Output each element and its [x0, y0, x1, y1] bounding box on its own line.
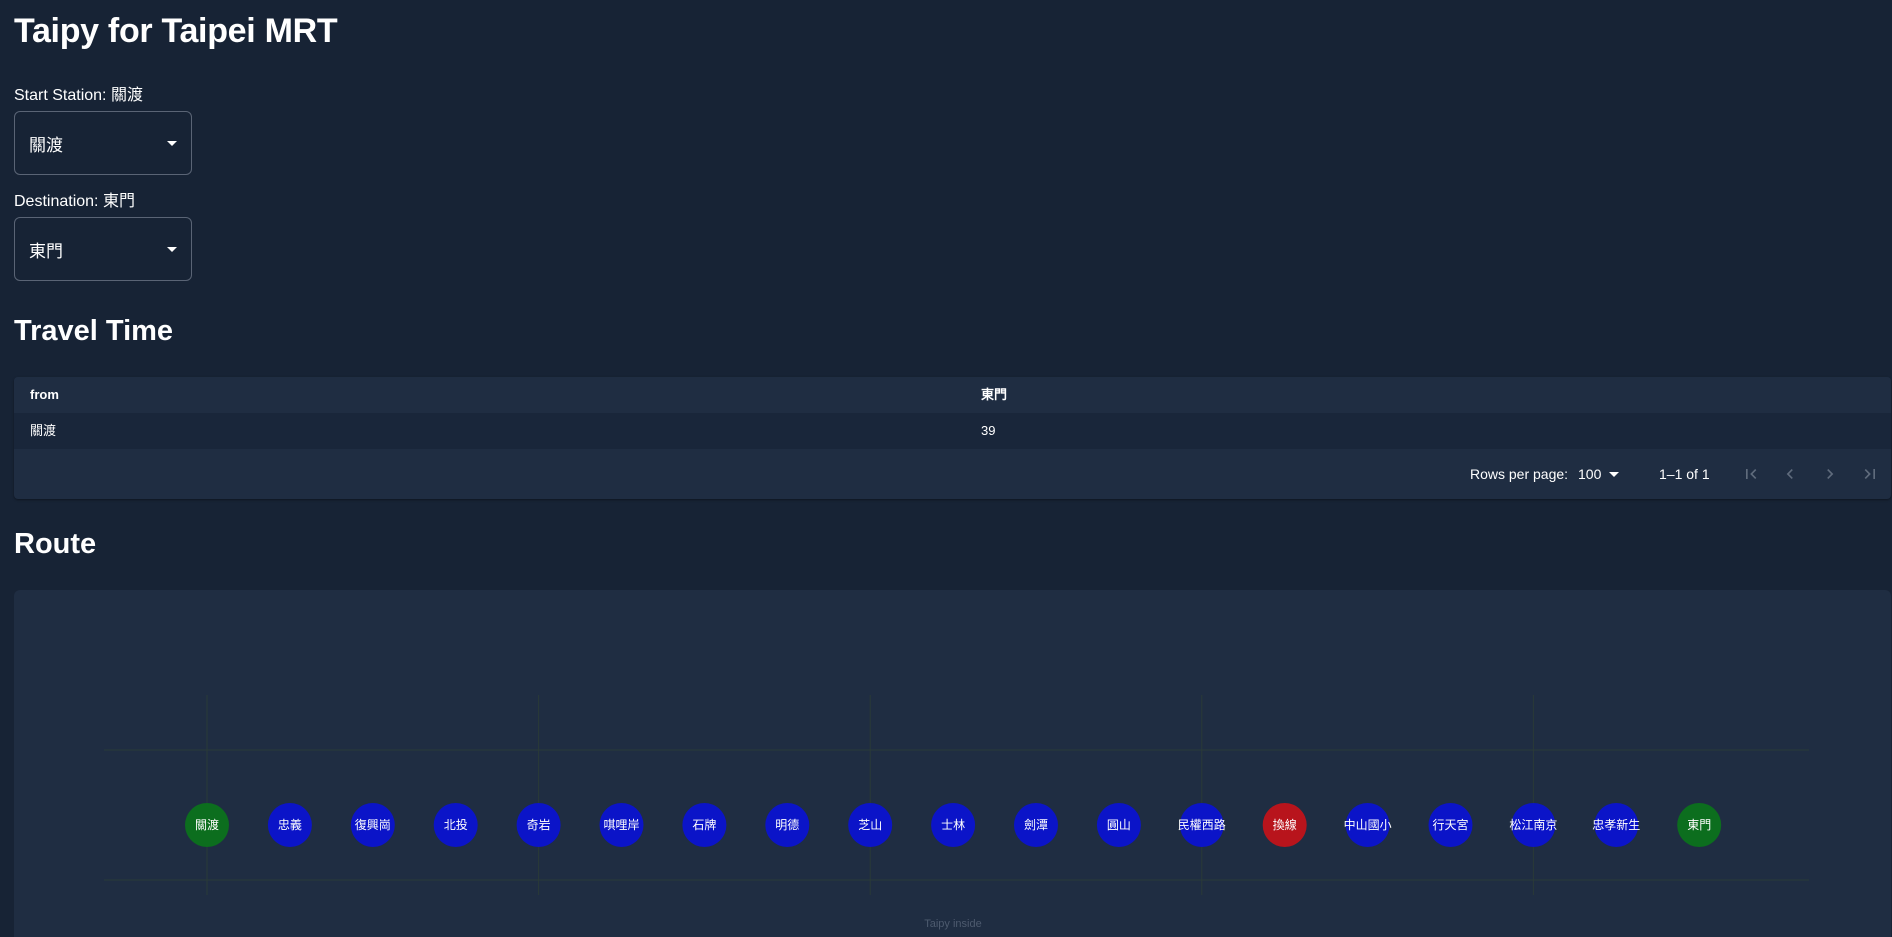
station-label: 忠義: [278, 817, 302, 832]
station-label: 關渡: [195, 817, 219, 832]
station-label: 復興崗: [355, 817, 391, 832]
start-station-value: 關渡: [29, 135, 63, 155]
previous-page-icon[interactable]: [1780, 464, 1800, 484]
station-marker[interactable]: 忠孝新生: [1592, 803, 1640, 847]
table-header-row: from 東門: [14, 377, 1891, 413]
station-label: 圓山: [1107, 818, 1131, 832]
station-marker[interactable]: 奇岩: [516, 803, 561, 847]
taipy-watermark: Taipy inside: [924, 918, 981, 930]
table-cell-from: 關渡: [30, 423, 57, 438]
station-marker[interactable]: 東門: [1677, 803, 1722, 847]
pagination-range: 1–1 of 1: [1659, 466, 1710, 482]
station-marker[interactable]: 松江南京: [1509, 803, 1557, 847]
rows-per-page-value: 100: [1578, 466, 1602, 482]
station-marker[interactable]: 中山國小: [1344, 803, 1392, 847]
station-marker[interactable]: 換線: [1262, 803, 1307, 847]
chart-markers: 關渡 忠義 復興崗 北投 奇岩 唭哩岸 石牌 明德 芝山 士林 劍潭 圓山 民權西路 換線 中山國小 行天宮 松…: [185, 803, 1722, 847]
column-header-destination[interactable]: 東門: [981, 377, 1007, 413]
column-header-from[interactable]: from: [30, 377, 59, 413]
destination-select[interactable]: 東門: [14, 217, 192, 281]
station-marker[interactable]: 明德: [765, 803, 810, 847]
travel-time-table: from 東門 關渡 39 Rows per page: 100 1–1 of …: [14, 377, 1891, 499]
station-label: 士林: [941, 818, 965, 832]
station-label: 行天宮: [1432, 817, 1468, 832]
station-marker[interactable]: 劍潭: [1014, 803, 1058, 847]
table-row: 關渡 39: [14, 413, 1891, 449]
station-label: 松江南京: [1509, 817, 1557, 832]
table-cell-time: 39: [981, 423, 996, 438]
station-label: 東門: [1687, 818, 1711, 832]
station-marker[interactable]: 唭哩岸: [599, 803, 644, 847]
station-label: 石牌: [692, 818, 716, 832]
station-marker[interactable]: 士林: [931, 803, 976, 847]
station-label: 劍潭: [1024, 817, 1048, 832]
destination-value: 東門: [29, 241, 63, 261]
route-chart-svg: 關渡 忠義 復興崗 北投 奇岩 唭哩岸 石牌 明德 芝山 士林 劍潭 圓山 民權西路 換線 中山國小 行天宮 松…: [104, 695, 1809, 930]
station-label: 中山國小: [1344, 817, 1392, 832]
station-label: 唭哩岸: [603, 818, 639, 832]
station-label: 芝山: [858, 817, 882, 832]
table-pagination: Rows per page: 100 1–1 of 1: [14, 449, 1891, 499]
rows-per-page-select[interactable]: 100: [1578, 449, 1620, 499]
station-label: 明德: [775, 817, 799, 832]
rows-per-page-label: Rows per page:: [1470, 466, 1569, 482]
chevron-down-icon: [167, 140, 177, 146]
start-station-select[interactable]: 關渡: [14, 111, 192, 175]
station-marker[interactable]: 忠義: [267, 803, 312, 847]
station-marker[interactable]: 民權西路: [1178, 803, 1226, 847]
station-label: 忠孝新生: [1592, 817, 1640, 832]
station-marker[interactable]: 復興崗: [350, 803, 395, 847]
station-marker[interactable]: 北投: [433, 803, 478, 847]
station-label: 民權西路: [1178, 817, 1226, 832]
destination-label: Destination: 東門: [14, 193, 135, 210]
chevron-down-icon: [167, 246, 177, 252]
start-station-label: Start Station: 關渡: [14, 87, 143, 104]
first-page-icon[interactable]: [1741, 464, 1761, 484]
station-label: 北投: [444, 817, 468, 832]
app-root: Taipy for Taipei MRT Start Station: 關渡 關…: [0, 0, 1892, 937]
route-chart[interactable]: 關渡 忠義 復興崗 北投 奇岩 唭哩岸 石牌 明德 芝山 士林 劍潭 圓山 民權西路 換線 中山國小 行天宮 松…: [14, 590, 1891, 937]
station-marker[interactable]: 芝山: [848, 803, 893, 847]
travel-time-title: Travel Time: [14, 315, 174, 347]
station-marker[interactable]: 石牌: [682, 803, 727, 847]
station-label: 換線: [1273, 817, 1297, 832]
chevron-down-icon: [1609, 471, 1620, 477]
station-marker[interactable]: 行天宮: [1428, 803, 1473, 847]
next-page-icon[interactable]: [1820, 464, 1840, 484]
route-title: Route: [14, 528, 97, 560]
station-marker[interactable]: 圓山: [1096, 803, 1141, 847]
station-marker[interactable]: 關渡: [185, 803, 229, 847]
chart-grid: [104, 695, 1809, 895]
station-label: 奇岩: [527, 817, 551, 832]
page-title: Taipy for Taipei MRT: [14, 12, 338, 50]
last-page-icon[interactable]: [1860, 464, 1880, 484]
